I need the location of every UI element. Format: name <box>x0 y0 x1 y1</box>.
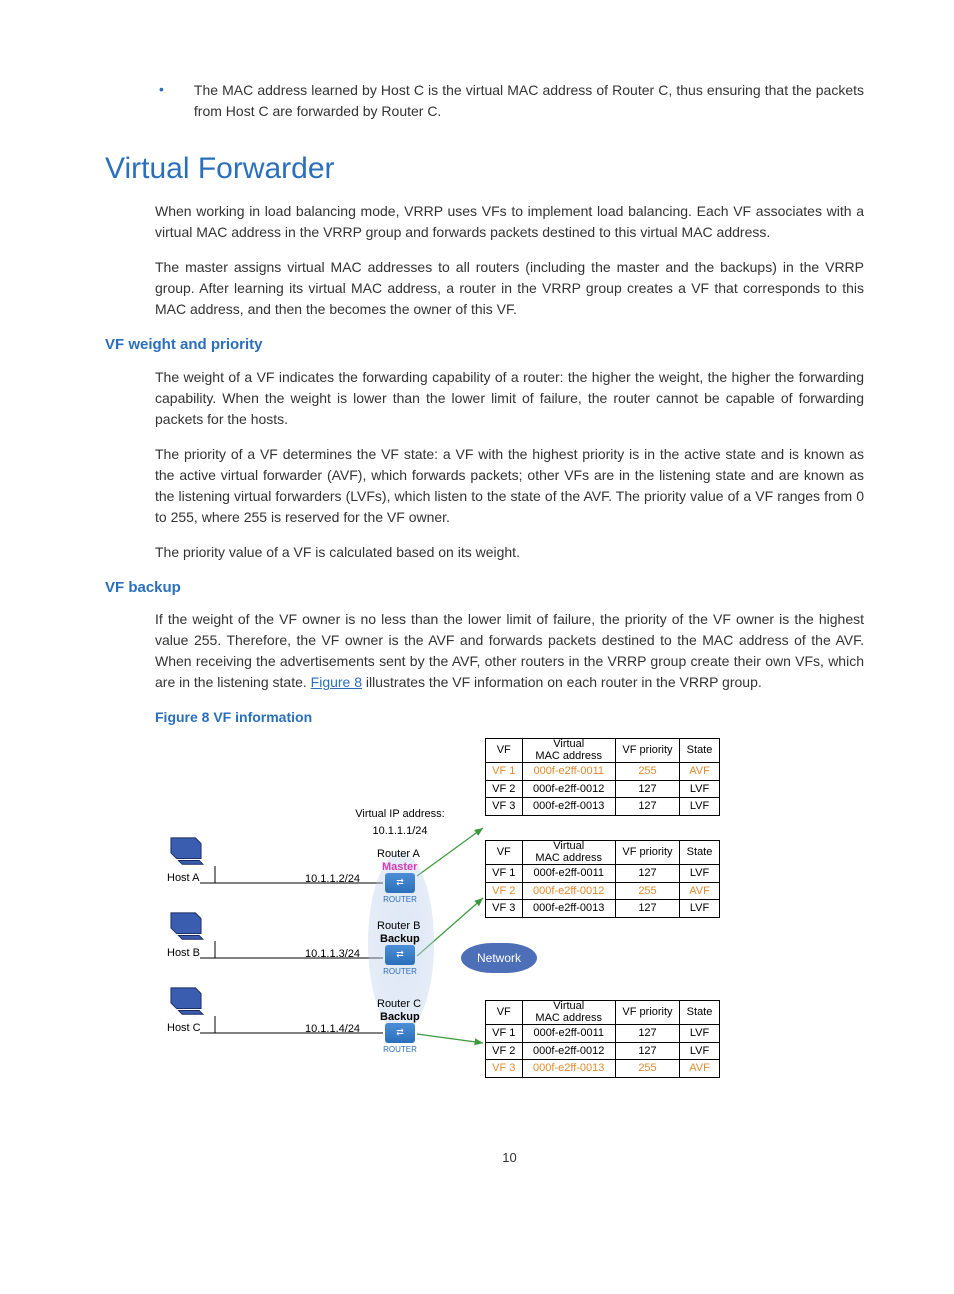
paragraph: The priority value of a VF is calculated… <box>155 542 864 563</box>
router-b-icon: ⇄ROUTER <box>383 945 417 978</box>
router-a-icon: ⇄ROUTER <box>383 873 417 906</box>
text: illustrates the VF information on each r… <box>362 674 762 690</box>
paragraph: If the weight of the VF owner is no less… <box>155 609 864 693</box>
figure-diagram: Virtual IP address:10.1.1.1/24 Host A Ho… <box>155 738 720 1108</box>
host-c-icon <box>167 986 205 1018</box>
host-a-icon <box>167 836 205 868</box>
ip-c-label: 10.1.1.4/24 <box>305 1021 360 1038</box>
host-b-label: Host B <box>167 945 200 962</box>
network-cloud: Network <box>461 943 537 973</box>
bullet-item: • The MAC address learned by Host C is t… <box>155 80 864 122</box>
section-title: Virtual Forwarder <box>105 146 864 191</box>
vf-table-router-b: VFVirtualMAC addressVF priorityStateVF 1… <box>485 840 720 918</box>
host-a-label: Host A <box>167 870 199 887</box>
subheading-vf-weight: VF weight and priority <box>105 334 864 357</box>
bullet-icon: • <box>159 80 164 122</box>
host-b-icon <box>167 911 205 943</box>
paragraph: The priority of a VF determines the VF s… <box>155 444 864 528</box>
ip-b-label: 10.1.1.3/24 <box>305 946 360 963</box>
vf-table-router-a: VFVirtualMAC addressVF priorityStateVF 1… <box>485 738 720 816</box>
virtual-ip-label: Virtual IP address:10.1.1.1/24 <box>335 806 465 839</box>
subheading-vf-backup: VF backup <box>105 577 864 600</box>
paragraph: The weight of a VF indicates the forward… <box>155 367 864 430</box>
bullet-text: The MAC address learned by Host C is the… <box>194 80 864 122</box>
figure-caption: Figure 8 VF information <box>155 707 864 728</box>
router-c-icon: ⇄ROUTER <box>383 1023 417 1056</box>
paragraph: When working in load balancing mode, VRR… <box>155 201 864 243</box>
vf-table-router-c: VFVirtualMAC addressVF priorityStateVF 1… <box>485 1000 720 1078</box>
figure-link[interactable]: Figure 8 <box>311 674 362 690</box>
ip-a-label: 10.1.1.2/24 <box>305 871 360 888</box>
host-c-label: Host C <box>167 1020 201 1037</box>
paragraph: The master assigns virtual MAC addresses… <box>155 257 864 320</box>
page-number: 10 <box>155 1148 864 1168</box>
